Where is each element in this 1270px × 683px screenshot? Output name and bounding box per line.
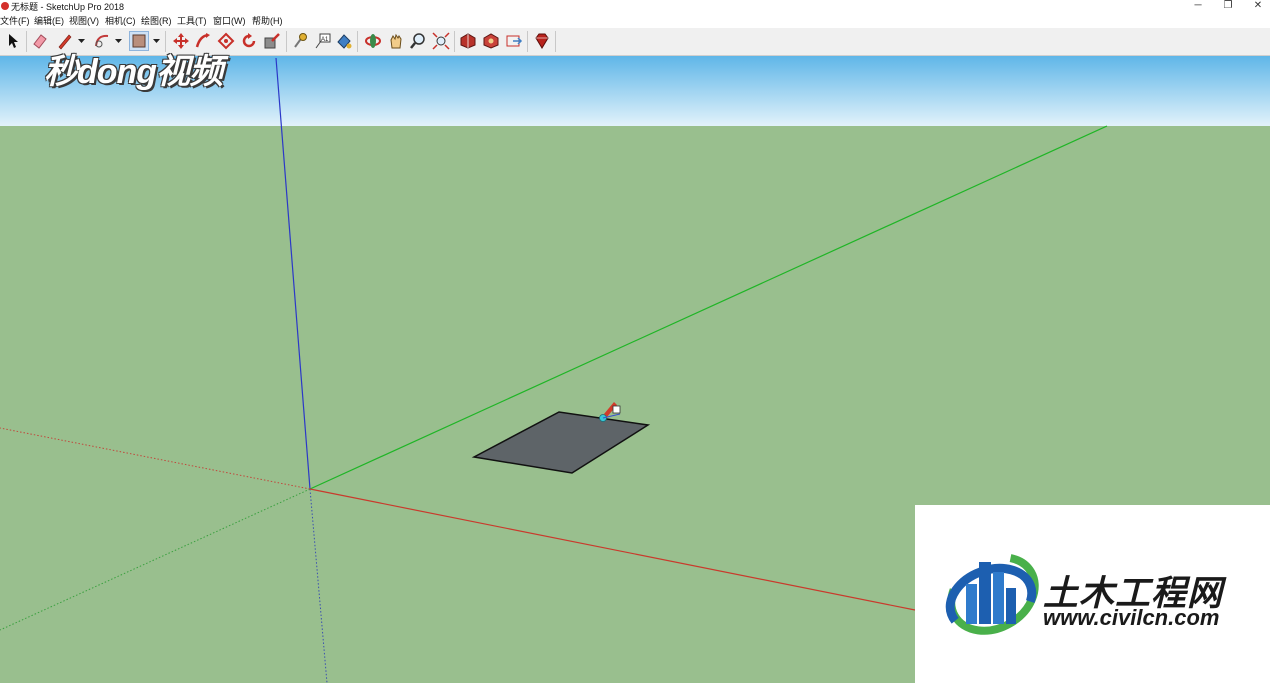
- toolbar-separator: [286, 31, 287, 52]
- toolbar-separator: [454, 31, 455, 52]
- logo-url: www.civilcn.com: [1043, 605, 1220, 630]
- orbit-icon[interactable]: [364, 32, 382, 50]
- toolbar-separator: [527, 31, 528, 52]
- extension-warehouse-icon[interactable]: [482, 32, 500, 50]
- paint-bucket-icon[interactable]: [335, 32, 353, 50]
- toolbar-separator: [555, 31, 556, 52]
- restore-button[interactable]: ❐: [1214, 0, 1242, 13]
- send-to-layout-icon[interactable]: [505, 32, 523, 50]
- menu-draw[interactable]: 绘图(R): [141, 15, 172, 27]
- menu-view[interactable]: 视图(V): [69, 15, 99, 27]
- building-logo-icon: [945, 553, 1039, 635]
- scale-icon[interactable]: [263, 32, 281, 50]
- menu-edit[interactable]: 编辑(E): [34, 15, 64, 27]
- refresh-icon[interactable]: [240, 32, 258, 50]
- toolbar-separator: [357, 31, 358, 52]
- text-icon[interactable]: A1: [314, 32, 332, 50]
- close-button[interactable]: ✕: [1244, 0, 1270, 13]
- video-watermark: 秒dong视频: [44, 53, 223, 91]
- tape-measure-icon[interactable]: [291, 32, 309, 50]
- ruby-icon[interactable]: [533, 32, 551, 50]
- zoom-icon[interactable]: [409, 32, 427, 50]
- toolbar-separator: [26, 31, 27, 52]
- zoom-extents-icon[interactable]: [432, 32, 450, 50]
- menu-file[interactable]: 文件(F): [0, 15, 30, 27]
- menu-bar: 文件(F) 编辑(E) 视图(V) 相机(C) 绘图(R) 工具(T) 窗口(W…: [0, 14, 1270, 28]
- minimize-button[interactable]: ─: [1184, 0, 1212, 13]
- svg-text:A1: A1: [321, 37, 329, 43]
- menu-tools[interactable]: 工具(T): [177, 15, 207, 27]
- title-bar: 无标题 - SketchUp Pro 2018 ─ ❐ ✕: [0, 0, 1270, 14]
- pan-icon[interactable]: [387, 32, 405, 50]
- warehouse-icon[interactable]: [459, 32, 477, 50]
- site-logo: 土木工程网 www.civilcn.com: [915, 505, 1270, 683]
- menu-window[interactable]: 窗口(W): [213, 15, 246, 27]
- menu-camera[interactable]: 相机(C): [105, 15, 136, 27]
- menu-help[interactable]: 帮助(H): [252, 15, 283, 27]
- sketchup-app-icon: [1, 2, 9, 10]
- select-icon[interactable]: [4, 32, 22, 50]
- window-title: 无标题 - SketchUp Pro 2018: [11, 2, 125, 12]
